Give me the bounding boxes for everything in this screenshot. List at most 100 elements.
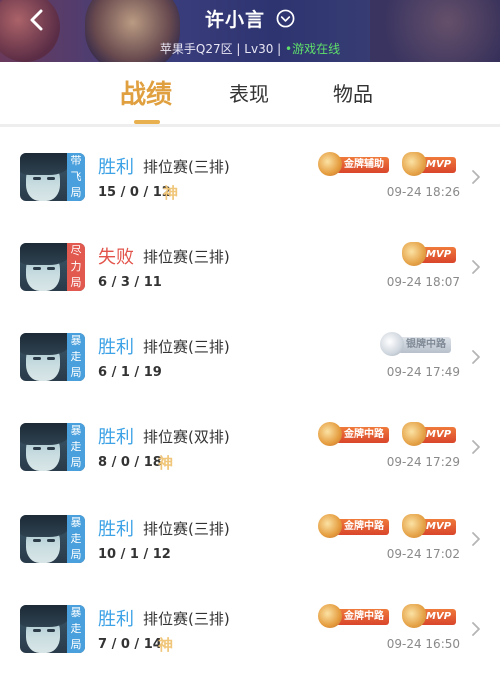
hero-eye	[47, 447, 55, 450]
match-result: 胜利	[98, 157, 134, 178]
badge-label: 金牌辅助	[336, 157, 389, 173]
match-row[interactable]: 尽力局失败 排位赛(三排) 6 / 3 / 11 MVP 09-24 18:07	[0, 242, 500, 333]
badge-label: 银牌中路	[398, 337, 451, 353]
match-kda: 8 / 0 / 18	[98, 455, 162, 470]
hero-hair	[20, 153, 68, 175]
medal-badge: 金牌辅助	[318, 152, 396, 176]
trophy-icon	[402, 604, 426, 628]
hero-hair	[20, 605, 68, 627]
trophy-icon	[402, 422, 426, 446]
match-time: 09-24 17:02	[386, 547, 460, 561]
medal-icon	[318, 514, 342, 538]
trophy-icon	[402, 514, 426, 538]
tab-performance[interactable]: 表现	[229, 78, 269, 107]
match-time: 09-24 16:50	[386, 637, 460, 651]
badge-label: 金牌中路	[336, 609, 389, 625]
chevron-right-icon[interactable]	[470, 259, 482, 275]
hero-eye	[33, 267, 41, 270]
medal-badge: 金牌中路	[318, 604, 396, 628]
hero-avatar: 暴走局	[20, 423, 85, 471]
hero-eye	[33, 357, 41, 360]
server-label: 苹果手Q27区	[159, 42, 233, 56]
match-mode: 排位赛(三排)	[143, 158, 230, 176]
match-row[interactable]: 暴走局胜利 排位赛(双排) 8 / 0 / 18 神 金牌中路 MVP 09-24 17:2…	[0, 422, 500, 513]
match-tag: 暴走局	[67, 333, 85, 381]
match-kda: 7 / 0 / 14	[98, 637, 162, 652]
title-wrap[interactable]: 许小言	[0, 5, 500, 32]
tab-record[interactable]: 战绩	[120, 74, 172, 111]
match-row[interactable]: 带飞局胜利 排位赛(三排) 15 / 0 / 12 神 金牌辅助 MVP 09-24 18:…	[0, 152, 500, 243]
hero-eye	[47, 539, 55, 542]
match-time: 09-24 18:07	[386, 275, 460, 289]
god-badge: 神	[158, 636, 174, 654]
hero-eye	[33, 447, 41, 450]
match-time: 09-24 17:49	[386, 365, 460, 379]
mvp-badge: MVP	[402, 242, 460, 266]
trophy-icon	[402, 242, 426, 266]
god-badge: 神	[158, 454, 174, 472]
hero-avatar: 带飞局	[20, 153, 85, 201]
tab-items[interactable]: 物品	[333, 78, 373, 107]
hero-hair	[20, 423, 68, 445]
player-name: 许小言	[204, 9, 265, 31]
match-result: 胜利	[98, 337, 134, 358]
online-status: 游戏在线	[292, 42, 341, 56]
profile-header: 许小言 苹果手Q27区 | Lv30 | •游戏在线	[0, 0, 500, 62]
match-mode: 排位赛(三排)	[143, 520, 230, 538]
match-kda: 6 / 3 / 11	[98, 275, 162, 290]
badge-label: 金牌中路	[336, 519, 389, 535]
god-badge: 神	[163, 184, 179, 202]
match-time: 09-24 17:29	[386, 455, 460, 469]
match-row[interactable]: 暴走局胜利 排位赛(三排) 10 / 1 / 12 金牌中路 MVP 09-24 17:0…	[0, 514, 500, 605]
hero-avatar: 尽力局	[20, 243, 85, 291]
match-result: 失败	[98, 247, 134, 268]
match-tag: 暴走局	[67, 515, 85, 563]
chevron-right-icon[interactable]	[470, 169, 482, 185]
hero-eye	[33, 539, 41, 542]
match-tag: 暴走局	[67, 605, 85, 653]
mvp-badge: MVP	[402, 152, 460, 176]
medal-icon	[318, 422, 342, 446]
medal-icon	[380, 332, 404, 356]
chevron-right-icon[interactable]	[470, 621, 482, 637]
player-subline: 苹果手Q27区 | Lv30 | •游戏在线	[159, 42, 341, 56]
match-mode: 排位赛(三排)	[143, 338, 230, 356]
chevron-down-circle-icon[interactable]	[276, 9, 295, 28]
hero-hair	[20, 333, 68, 355]
hero-eye	[33, 177, 41, 180]
match-tag: 暴走局	[67, 423, 85, 471]
match-result: 胜利	[98, 427, 134, 448]
medal-icon	[318, 152, 342, 176]
match-result: 胜利	[98, 609, 134, 630]
mvp-badge: MVP	[402, 514, 460, 538]
hero-eye	[47, 357, 55, 360]
chevron-right-icon[interactable]	[470, 349, 482, 365]
mvp-badge: MVP	[402, 604, 460, 628]
medal-badge: 金牌中路	[318, 422, 396, 446]
match-tag: 尽力局	[67, 243, 85, 291]
badge-label: 金牌中路	[336, 427, 389, 443]
match-row[interactable]: 暴走局胜利 排位赛(三排) 6 / 1 / 19 银牌中路 09-24 17:49	[0, 332, 500, 423]
match-row[interactable]: 暴走局胜利 排位赛(三排) 7 / 0 / 14 神 金牌中路 MVP 09-24 16:5…	[0, 604, 500, 695]
chevron-right-icon[interactable]	[470, 439, 482, 455]
level-label: Lv30	[244, 42, 274, 56]
hero-eye	[47, 177, 55, 180]
match-result: 胜利	[98, 519, 134, 540]
hero-hair	[20, 515, 68, 537]
medal-icon	[318, 604, 342, 628]
medal-badge: 金牌中路	[318, 514, 396, 538]
tab-bar: 战绩 表现 物品	[0, 62, 500, 126]
hero-eye	[47, 267, 55, 270]
mvp-badge: MVP	[402, 422, 460, 446]
match-kda: 10 / 1 / 12	[98, 547, 171, 562]
hero-avatar: 暴走局	[20, 515, 85, 563]
chevron-right-icon[interactable]	[470, 531, 482, 547]
match-kda: 15 / 0 / 12	[98, 185, 171, 200]
divider	[0, 124, 500, 127]
hero-hair	[20, 243, 68, 265]
match-time: 09-24 18:26	[386, 185, 460, 199]
hero-avatar: 暴走局	[20, 333, 85, 381]
trophy-icon	[402, 152, 426, 176]
hero-avatar: 暴走局	[20, 605, 85, 653]
hero-eye	[33, 629, 41, 632]
